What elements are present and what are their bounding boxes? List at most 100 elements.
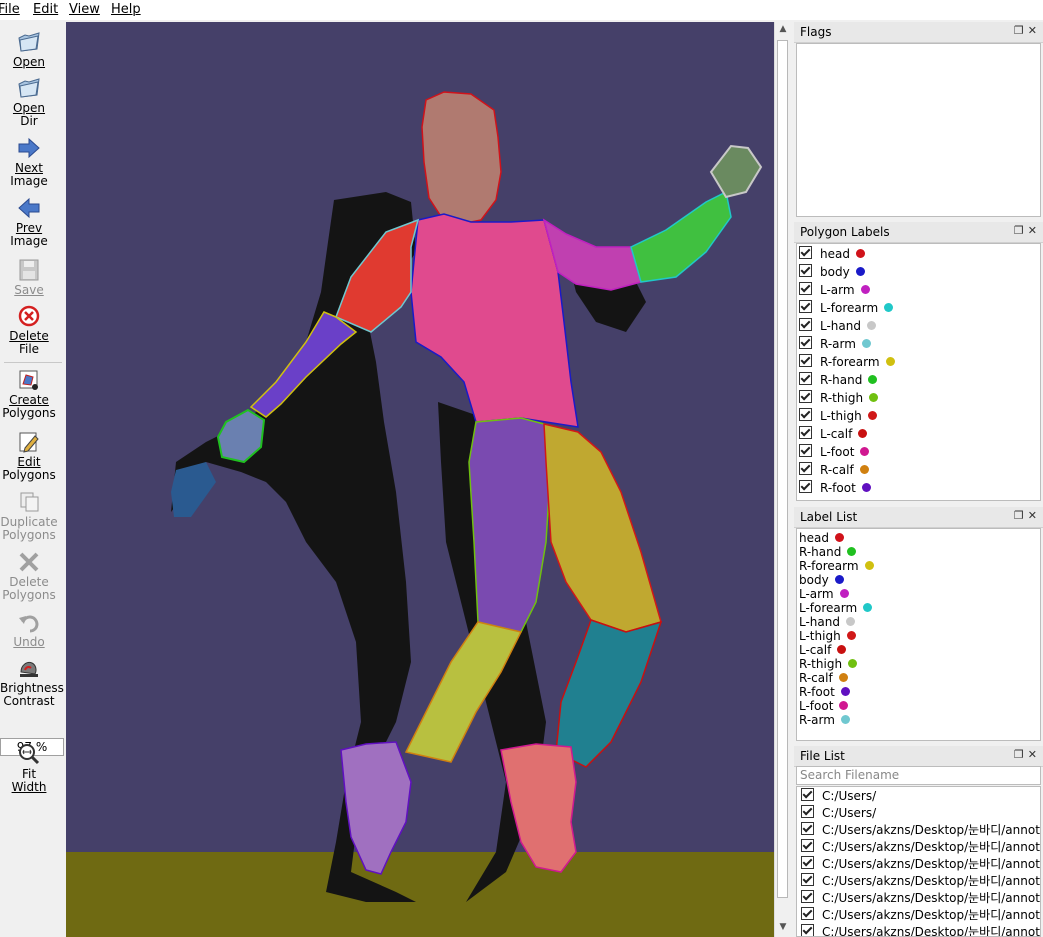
open-dir-button[interactable]: Open Dir <box>0 76 58 128</box>
label-list-item[interactable]: R-arm <box>799 713 850 727</box>
checkbox[interactable] <box>799 318 812 331</box>
file-list-item[interactable]: C:/Users/akzns/Desktop/눈바디/annotat <box>801 924 1040 936</box>
polygon-label-item[interactable]: L-calf <box>799 425 868 443</box>
label-list-item[interactable]: L-forearm <box>799 601 873 615</box>
dock-buttons[interactable]: ❐✕ <box>1014 509 1041 522</box>
create-polygons-label-1: Create <box>9 393 49 407</box>
dock-buttons[interactable]: ❐✕ <box>1014 748 1041 761</box>
file-list-item[interactable]: C:/Users/akzns/Desktop/눈바디/annotat <box>801 907 1040 924</box>
label-list-item[interactable]: R-forearm <box>799 559 874 573</box>
dock-buttons[interactable]: ❐✕ <box>1014 24 1041 37</box>
checkbox[interactable] <box>801 788 814 801</box>
edit-polygons-button[interactable]: Edit Polygons <box>0 430 58 482</box>
checkbox[interactable] <box>801 907 814 920</box>
floor <box>66 852 774 937</box>
checkbox[interactable] <box>801 805 814 818</box>
create-polygons-button[interactable]: Create Polygons <box>0 368 58 420</box>
polygon-label-item[interactable]: R-forearm <box>799 353 895 371</box>
polygon-label-item[interactable]: L-hand <box>799 317 876 335</box>
checkbox[interactable] <box>801 839 814 852</box>
label-list-item[interactable]: head <box>799 531 844 545</box>
checkbox[interactable] <box>799 246 812 259</box>
label-list-item[interactable]: L-foot <box>799 699 849 713</box>
checkbox[interactable] <box>799 354 812 367</box>
scroll-up-arrow[interactable]: ▲ <box>777 24 789 34</box>
polygon-label-item[interactable]: R-foot <box>799 479 871 497</box>
prev-image-label-1: Prev <box>15 221 43 235</box>
save-button[interactable]: Save <box>0 258 58 297</box>
file-list-item[interactable]: C:/Users/akzns/Desktop/눈바디/annotat <box>801 890 1040 907</box>
checkbox[interactable] <box>799 300 812 313</box>
color-dot <box>846 617 855 626</box>
checkbox[interactable] <box>799 426 812 439</box>
checkbox[interactable] <box>801 873 814 886</box>
checkbox[interactable] <box>799 444 812 457</box>
polygon-label-item[interactable]: L-forearm <box>799 299 894 317</box>
polygon-label-item[interactable]: R-thigh <box>799 389 879 407</box>
search-filename-input[interactable]: Search Filename <box>796 766 1041 785</box>
label-list-item[interactable]: L-thigh <box>799 629 856 643</box>
undo-button[interactable]: Undo <box>0 610 58 649</box>
polygon-label-item[interactable]: L-foot <box>799 443 870 461</box>
checkbox[interactable] <box>799 408 812 421</box>
checkbox[interactable] <box>799 480 812 493</box>
image-canvas[interactable] <box>66 22 774 937</box>
checkbox[interactable] <box>799 282 812 295</box>
file-list-item[interactable]: C:/Users/akzns/Desktop/눈바디/annotat <box>801 822 1040 839</box>
label-list-item[interactable]: R-hand <box>799 545 857 559</box>
label-list-item[interactable]: R-foot <box>799 685 850 699</box>
brightness-contrast-button[interactable]: Brightness Contrast <box>0 656 64 708</box>
label-list-item[interactable]: R-thigh <box>799 657 858 671</box>
undo-label: Undo <box>13 635 45 649</box>
file-list-item[interactable]: C:/Users/akzns/Desktop/눈바디/annotat <box>801 856 1040 873</box>
checkbox[interactable] <box>799 372 812 385</box>
duplicate-polygons-label-1: Duplicate <box>0 515 58 529</box>
label-list-item[interactable]: L-hand <box>799 615 855 629</box>
checkbox[interactable] <box>801 822 814 835</box>
save-label: Save <box>14 283 44 297</box>
file-list-item[interactable]: C:/Users/akzns/Desktop/눈바디/annotat <box>801 873 1040 890</box>
checkbox[interactable] <box>799 390 812 403</box>
open-dir-label-2: Dir <box>20 114 38 128</box>
delete-file-button[interactable]: Delete File <box>0 304 58 356</box>
checkbox[interactable] <box>799 264 812 277</box>
toolbar: Open Open Dir Next Image Prev Image Save… <box>0 20 66 937</box>
menu-help[interactable]: Help <box>111 2 141 17</box>
label-list-dock: Label List ❐✕ head R-hand R-forearm body L-a… <box>794 507 1043 742</box>
scrollbar-thumb[interactable] <box>777 40 788 898</box>
checkbox[interactable] <box>799 462 812 475</box>
checkbox[interactable] <box>801 856 814 869</box>
file-list-item[interactable]: C:/Users/akzns/Desktop/눈바디/annotat <box>801 839 1040 856</box>
polygon-label-item[interactable]: L-arm <box>799 281 870 299</box>
polygon-label-item[interactable]: body <box>799 263 865 281</box>
duplicate-polygons-button[interactable]: Duplicate Polygons <box>0 490 58 542</box>
label-list-item[interactable]: L-calf <box>799 643 847 657</box>
checkbox[interactable] <box>799 336 812 349</box>
polygon-label-item[interactable]: R-hand <box>799 371 878 389</box>
polygon-label-item[interactable]: R-arm <box>799 335 871 353</box>
checkbox[interactable] <box>801 890 814 903</box>
open-button[interactable]: Open <box>0 30 58 69</box>
open-dir-label-1: Open <box>12 101 46 115</box>
label-list-item[interactable]: L-arm <box>799 587 849 601</box>
checkbox[interactable] <box>801 924 814 936</box>
polygon-label-item[interactable]: L-thigh <box>799 407 877 425</box>
polygon-label-item[interactable]: R-calf <box>799 461 869 479</box>
menu-file[interactable]: File <box>0 2 20 17</box>
annotation-canvas[interactable] <box>66 22 774 937</box>
file-list-item[interactable]: C:/Users/ <box>801 788 876 805</box>
file-list-item[interactable]: C:/Users/ <box>801 805 876 822</box>
prev-image-button[interactable]: Prev Image <box>0 196 58 248</box>
canvas-vertical-scrollbar[interactable]: ▲ ▼ <box>774 22 791 937</box>
label-list-item[interactable]: body <box>799 573 844 587</box>
label-list-item[interactable]: R-calf <box>799 671 848 685</box>
polygon-label-item[interactable]: head <box>799 245 865 263</box>
menu-view[interactable]: View <box>69 2 100 17</box>
delete-polygons-button[interactable]: Delete Polygons <box>0 550 58 602</box>
color-dot <box>860 447 870 456</box>
menu-edit[interactable]: Edit <box>33 2 58 17</box>
next-image-button[interactable]: Next Image <box>0 136 58 188</box>
scroll-down-arrow[interactable]: ▼ <box>777 922 789 932</box>
fit-width-button[interactable]: Fit Width <box>0 742 58 794</box>
dock-buttons[interactable]: ❐✕ <box>1014 224 1041 237</box>
